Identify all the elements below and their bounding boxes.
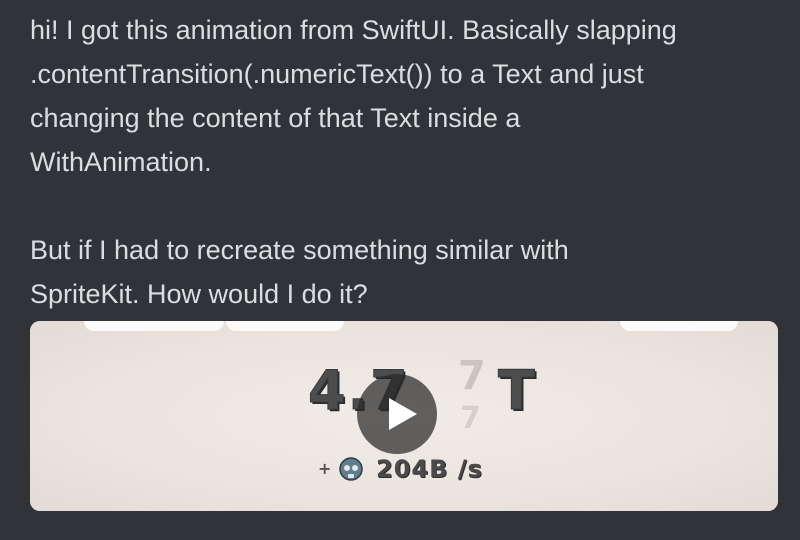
skull-icon [339,457,363,481]
rate-text: 204B /s [376,455,483,483]
counter-ghost-digit-lower: 7 [460,401,481,436]
message-paragraph-2: But if I had to recreate something simil… [30,235,569,309]
message-paragraph-1: hi! I got this animation from SwiftUI. B… [30,15,677,177]
video-frame-tab [620,321,738,331]
video-frame-tab [226,321,344,331]
play-icon [389,398,417,430]
video-frame-tab [84,321,224,331]
counter-suffix: T [498,359,537,423]
rate-row: + 204B /s [318,455,518,489]
chat-message: hi! I got this animation from SwiftUI. B… [30,8,790,316]
play-button[interactable] [357,374,437,454]
rate-prefix: + [318,459,332,478]
video-attachment[interactable]: 4.7 7 7 T + 204B /s [30,321,778,511]
counter-ghost-digit: 7 [458,353,486,399]
